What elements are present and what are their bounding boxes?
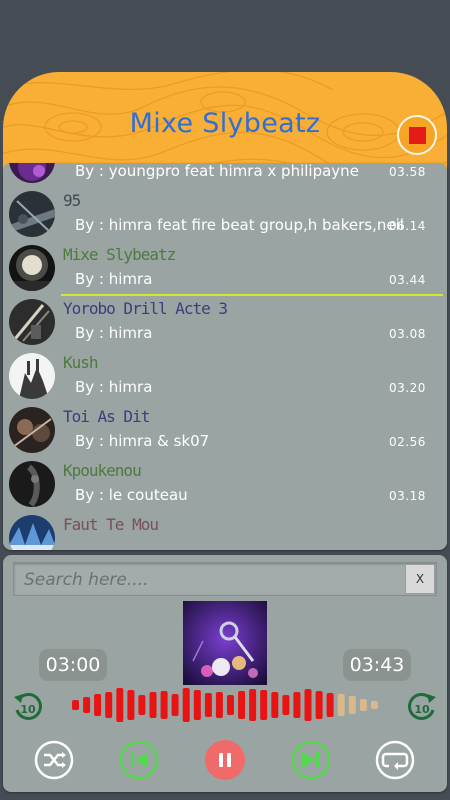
waveform-bar	[182, 688, 190, 722]
song-title: Kush	[63, 353, 99, 372]
song-artist: By : himra feat fire beat group,h bakers…	[75, 216, 404, 234]
waveform-bar	[215, 692, 223, 718]
song-artist: By : youngpro feat himra x philipayne	[75, 163, 359, 180]
waveform-bar	[282, 695, 290, 715]
waveform-bar	[271, 692, 279, 718]
player-panel: X 03:00 03:43 10	[3, 555, 447, 792]
total-time: 03:43	[343, 649, 411, 681]
song-duration: 03.20	[389, 381, 426, 395]
list-item[interactable]: Faut Te Mou	[3, 511, 447, 550]
song-duration: 03.18	[389, 489, 426, 503]
list-item[interactable]: Toi As Dit By : himra & sk07 02.56	[3, 403, 447, 457]
forward-10-icon[interactable]: 10	[405, 690, 439, 724]
waveform-bar	[348, 696, 356, 714]
waveform-bar	[359, 699, 367, 711]
song-title: 95	[63, 191, 81, 210]
waveform-bar	[249, 689, 257, 721]
waveform-bar	[116, 688, 124, 722]
song-artist: By : himra	[75, 378, 153, 396]
playlist[interactable]: By : youngpro feat himra x philipayne 03…	[3, 163, 447, 550]
song-artist: By : himra	[75, 270, 153, 288]
shuffle-icon[interactable]	[34, 740, 74, 780]
waveform-bar	[138, 695, 146, 715]
waveform-bar	[171, 694, 179, 716]
list-item[interactable]: Kush By : himra 03.20	[3, 349, 447, 403]
waveform-bar	[293, 692, 301, 718]
waveform-bar	[204, 693, 212, 717]
waveform-bar	[193, 690, 201, 720]
list-item[interactable]: By : youngpro feat himra x philipayne 03…	[3, 163, 447, 187]
rewind-10-icon[interactable]: 10	[11, 690, 45, 724]
song-title: Faut Te Mou	[63, 515, 159, 534]
waveform-bar	[238, 691, 246, 719]
album-thumbnail	[9, 515, 55, 550]
waveform-bar	[72, 700, 79, 710]
app-title: Mixe Slybeatz	[129, 108, 321, 139]
album-thumbnail	[9, 407, 55, 453]
song-artist: By : le couteau	[75, 486, 188, 504]
song-title: Yorobo Drill Acte 3	[63, 299, 228, 318]
song-duration: 03.08	[389, 327, 426, 341]
clear-search-button[interactable]: X	[405, 564, 435, 594]
waveform-bar	[149, 692, 157, 718]
list-item-active[interactable]: Mixe Slybeatz By : himra 03.44	[3, 241, 447, 295]
next-icon[interactable]	[291, 740, 331, 780]
waveform-bar	[326, 693, 334, 717]
search-input[interactable]	[22, 566, 406, 594]
repeat-icon[interactable]	[375, 740, 415, 780]
waveform-bar	[227, 695, 234, 715]
song-title: Kpoukenou	[63, 461, 142, 480]
album-thumbnail	[9, 353, 55, 399]
waveform-bar	[94, 694, 102, 716]
waveform-bar	[105, 692, 113, 718]
song-duration: 02.56	[389, 435, 426, 449]
album-cover	[183, 601, 267, 685]
waveform-progress[interactable]	[71, 687, 381, 723]
song-title: Mixe Slybeatz	[63, 245, 176, 264]
album-thumbnail	[9, 163, 55, 183]
song-artist: By : himra	[75, 324, 153, 342]
song-title: Toi As Dit	[63, 407, 150, 426]
song-duration: 03.44	[389, 273, 426, 287]
stop-icon	[408, 126, 426, 144]
waveform-bar	[160, 691, 168, 719]
stop-button[interactable]	[397, 115, 437, 155]
album-thumbnail	[9, 245, 55, 291]
pause-icon[interactable]	[205, 740, 245, 780]
waveform-bar	[337, 694, 345, 716]
forward-10-label: 10	[414, 703, 430, 716]
waveform-bar	[304, 689, 312, 721]
song-duration: 06.14	[389, 219, 426, 233]
album-thumbnail	[9, 299, 55, 345]
waveform-bar	[83, 697, 91, 713]
album-thumbnail	[9, 191, 55, 237]
current-time: 03:00	[39, 649, 107, 681]
song-artist: By : himra & sk07	[75, 432, 210, 450]
search-box: X	[13, 562, 437, 596]
list-item[interactable]: Kpoukenou By : le couteau 03.18	[3, 457, 447, 511]
waveform-bar	[127, 690, 135, 720]
previous-icon[interactable]	[119, 740, 159, 780]
waveform-bar	[315, 691, 323, 719]
song-duration: 03.58	[389, 165, 426, 179]
list-item[interactable]: Yorobo Drill Acte 3 By : himra 03.08	[3, 295, 447, 349]
list-item[interactable]: 95 By : himra feat fire beat group,h bak…	[3, 187, 447, 241]
waveform-bar	[260, 690, 268, 720]
rewind-10-label: 10	[20, 703, 36, 716]
waveform-bar	[370, 701, 378, 709]
album-thumbnail	[9, 461, 55, 507]
